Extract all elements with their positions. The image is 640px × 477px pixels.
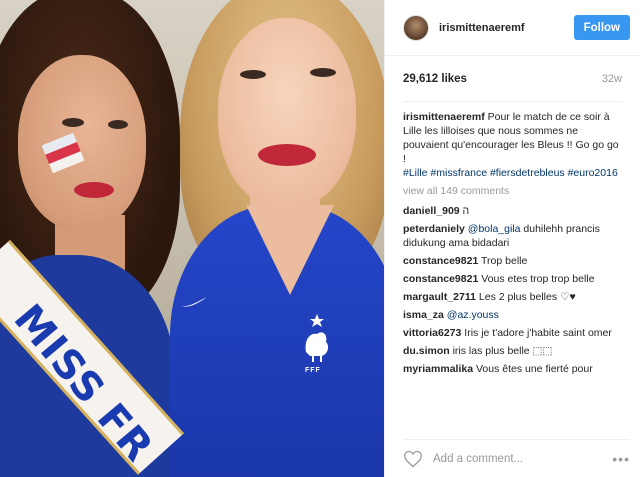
comment-item: isma_za @az.youss	[403, 308, 622, 322]
add-comment-input[interactable]: Add a comment...	[433, 453, 612, 465]
comment-username[interactable]: peterdaniely	[403, 223, 465, 235]
view-all-comments-link[interactable]: view all 149 comments	[403, 184, 622, 198]
likes-count[interactable]: 29,612 likes	[403, 73, 467, 85]
crest-text: FFF	[305, 367, 321, 374]
comment-username[interactable]: constance9821	[403, 273, 478, 285]
jersey-vneck	[246, 205, 334, 295]
face-right	[218, 18, 356, 208]
lips-right	[258, 144, 316, 166]
comment-text: Les 2 plus belles ♡♥	[478, 291, 576, 303]
follow-button[interactable]: Follow	[573, 15, 630, 40]
comment-item: constance9821 Trop belle	[403, 254, 622, 268]
comment-username[interactable]: margault_2711	[403, 291, 476, 303]
more-options-icon[interactable]: •••	[612, 451, 630, 467]
eye-left-1	[62, 118, 84, 127]
comment-item: margault_2711 Les 2 plus belles ♡♥	[403, 290, 622, 304]
instagram-post: MISS FR FFF irismittenaeremf Follow 29,6…	[0, 0, 640, 477]
caption: irismittenaeremf Pour le match de ce soi…	[403, 110, 622, 180]
caption-hashtags[interactable]: #Lille #missfrance #fiersdetrebleus #eur…	[403, 167, 618, 179]
face-left	[18, 55, 146, 230]
comment-item: peterdaniely @bola_gila duhilehh prancis…	[403, 222, 622, 250]
rooster-crest-icon	[305, 314, 329, 362]
author-username[interactable]: irismittenaeremf	[439, 22, 574, 34]
comment-item: myriammalika Vous êtes une fierté pour	[403, 362, 622, 376]
comment-item: du.simon iris las plus belle ⬚⬚	[403, 344, 622, 358]
eye-right-2	[310, 68, 336, 77]
post-age[interactable]: 32w	[602, 73, 622, 85]
comment-text: Vous êtes une fierté pour	[475, 363, 593, 375]
comment-mention[interactable]: @bola_gila	[468, 223, 521, 235]
post-stats: 29,612 likes 32w	[403, 56, 622, 102]
comment-text: Vous etes trop trop belle	[481, 273, 595, 285]
comment-username[interactable]: du.simon	[403, 345, 450, 357]
comment-text: Trop belle	[481, 255, 528, 267]
comment-username[interactable]: isma_za	[403, 309, 444, 321]
post-sidebar: irismittenaeremf Follow 29,612 likes 32w…	[384, 0, 640, 477]
comment-text: iris las plus belle ⬚⬚	[452, 345, 553, 357]
comments-list[interactable]: irismittenaeremf Pour le match de ce soi…	[385, 102, 640, 430]
comment-username[interactable]: constance9821	[403, 255, 478, 267]
lips-left	[74, 182, 114, 198]
comment-text: Iris je t'adore j'habite saint omer	[464, 327, 612, 339]
avatar[interactable]	[403, 14, 429, 41]
swoosh-logo	[180, 292, 208, 313]
comment-item: constance9821 Vous etes trop trop belle	[403, 272, 622, 286]
heart-icon[interactable]	[403, 449, 423, 469]
comment-username[interactable]: daniell_909	[403, 205, 460, 217]
comment-mention[interactable]: @az.youss	[447, 309, 499, 321]
caption-username[interactable]: irismittenaeremf	[403, 111, 485, 123]
comment-text: ה	[462, 205, 470, 217]
comment-item: daniell_909 ה	[403, 204, 622, 218]
eye-left-2	[108, 120, 128, 129]
add-comment-bar: Add a comment... •••	[403, 439, 630, 477]
eye-right-1	[240, 70, 266, 79]
post-photo[interactable]: MISS FR FFF	[0, 0, 384, 477]
comment-username[interactable]: vittoria6273	[403, 327, 461, 339]
comment-item: vittoria6273 Iris je t'adore j'habite sa…	[403, 326, 622, 340]
comment-username[interactable]: myriammalika	[403, 363, 473, 375]
post-header: irismittenaeremf Follow	[385, 0, 640, 56]
